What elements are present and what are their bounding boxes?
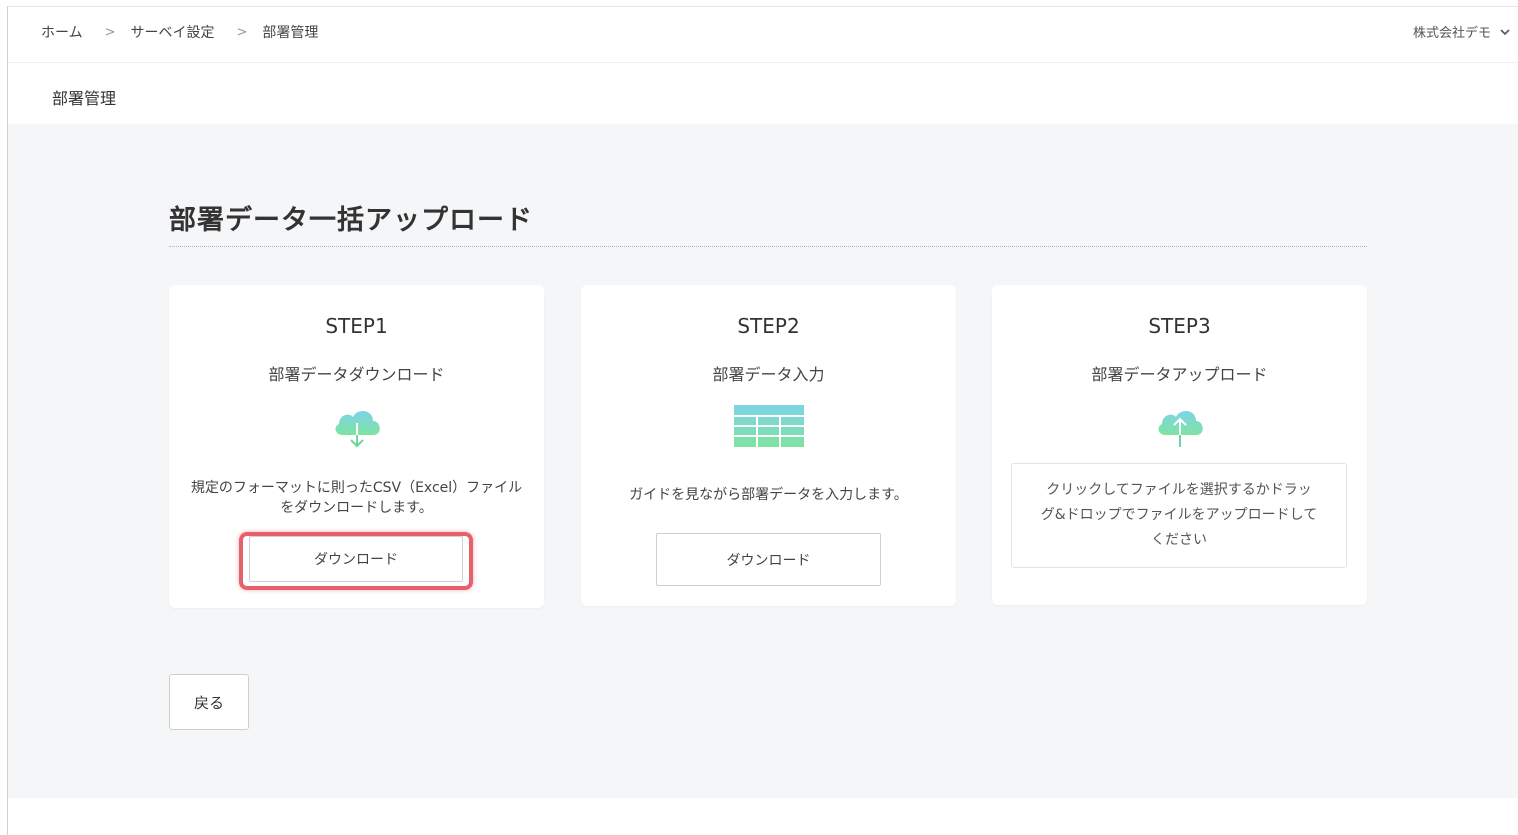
step3-title: 部署データアップロード [1091,365,1268,384]
breadcrumb-separator: > [236,24,248,40]
step1-label: STEP1 [325,314,388,338]
table-icon [733,405,804,447]
breadcrumb-separator: > [104,24,116,40]
main-content: 部署データ一括アップロード STEP1 部署データダウンロード 規定のフォーマッ… [8,124,1518,798]
step1-description: 規定のフォーマットに則ったCSV（Excel）ファイルをダウンロードします。 [190,480,523,516]
breadcrumb-home[interactable]: ホーム [41,22,83,42]
company-name: 株式会社デモ [1412,26,1491,41]
file-dropzone[interactable]: クリックしてファイルを選択するかドラッグ&ドロップでファイルをアップロードしてく… [1011,463,1347,568]
step3-card: STEP3 部署データアップロード クリックしてファイルを選択するかドラッグ&ド… [992,285,1367,605]
chevron-down-icon [1500,28,1510,35]
breadcrumb-department-management: 部署管理 [262,25,319,41]
step2-card: STEP2 部署データ入力 ガイドを見ながら部署データを入力します。 ダウンロー… [581,285,956,606]
app-frame: ホーム > サーベイ設定 > 部署管理 株式会社デモ 部署管理 部署データ一括ア… [7,6,1518,835]
company-selector[interactable]: 株式会社デモ [1413,22,1511,41]
step2-download-button[interactable]: ダウンロード [656,533,881,586]
step2-description: ガイドを見ながら部署データを入力します。 [629,487,908,503]
heading-divider [169,246,1367,247]
top-bar: ホーム > サーベイ設定 > 部署管理 株式会社デモ [8,7,1518,57]
breadcrumb-survey-settings[interactable]: サーベイ設定 [131,22,215,42]
sub-header: 部署管理 [8,62,1518,124]
step1-card: STEP1 部署データダウンロード 規定のフォーマットに則ったCSV（Excel… [169,285,544,608]
step2-title: 部署データ入力 [712,365,825,384]
back-button[interactable]: 戻る [169,674,249,730]
step1-title: 部署データダウンロード [268,365,445,384]
step1-download-button[interactable]: ダウンロード [249,536,463,582]
page-title: 部署データ一括アップロード [169,205,533,236]
section-title: 部署管理 [52,89,117,108]
cloud-download-icon [335,411,380,448]
breadcrumb: ホーム > サーベイ設定 > 部署管理 [41,22,318,42]
cloud-upload-icon [1158,411,1203,447]
step3-label: STEP3 [1148,314,1211,338]
step2-label: STEP2 [737,314,800,338]
